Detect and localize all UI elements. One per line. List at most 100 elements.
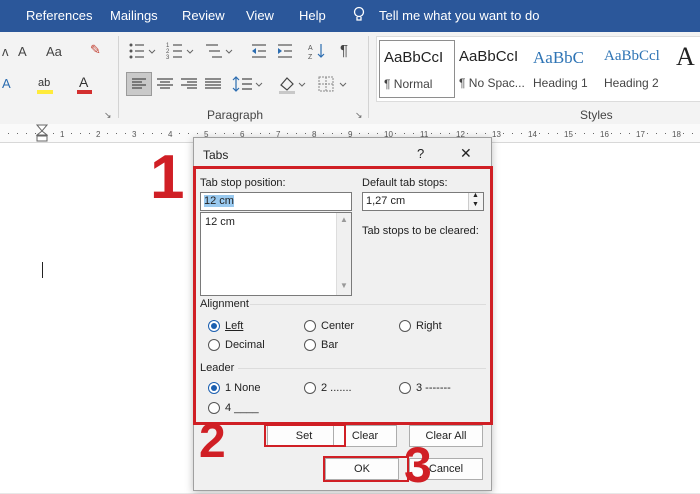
ruler-tick — [8, 133, 9, 134]
highlight-color-icon[interactable]: ab — [36, 74, 56, 99]
ruler-tick — [251, 133, 252, 134]
dialog-title: Tabs — [203, 148, 229, 162]
style-heading-1[interactable]: AaBbC Heading 1 — [529, 40, 603, 96]
shrink-font-icon[interactable]: A — [18, 44, 27, 59]
svg-text:A: A — [79, 74, 89, 90]
ruler-tick — [413, 133, 414, 134]
ruler-tick — [647, 133, 648, 134]
svg-text:A: A — [308, 45, 313, 52]
svg-text:3: 3 — [166, 55, 170, 60]
ruler-tick — [629, 133, 630, 134]
text-effects-icon[interactable]: A — [2, 76, 11, 91]
ruler-tick — [683, 133, 684, 134]
ruler-tick — [503, 133, 504, 134]
font-color-icon[interactable]: A — [76, 74, 94, 99]
decrease-indent-icon[interactable] — [250, 42, 268, 63]
ruler-number: 13 — [492, 130, 501, 139]
ruler-tick — [233, 133, 234, 134]
ruler-tick — [296, 133, 297, 134]
shading-icon[interactable] — [276, 73, 308, 98]
ruler-tick — [440, 133, 441, 134]
ruler-tick — [431, 133, 432, 134]
ruler-tick — [125, 133, 126, 134]
ruler-tick — [305, 133, 306, 134]
style-sample: AaBbC — [533, 48, 584, 67]
style-sample: AaBbCcI — [384, 49, 444, 66]
ruler-tick — [575, 133, 576, 134]
ruler-tick — [143, 133, 144, 134]
ruler-number: 18 — [672, 130, 681, 139]
close-button[interactable]: ✕ — [460, 145, 472, 162]
font-dialog-launcher-icon[interactable]: ↘ — [104, 110, 112, 121]
paragraph-group-label: Paragraph — [207, 108, 264, 122]
change-case-button[interactable]: Aa — [46, 44, 62, 59]
ruler-tick — [368, 133, 369, 134]
text-cursor — [42, 262, 43, 278]
multilevel-list-icon[interactable] — [204, 42, 234, 63]
ruler-tick — [152, 133, 153, 134]
ruler-number: 16 — [600, 130, 609, 139]
ruler-tick — [593, 133, 594, 134]
ribbon: ʌ A Aa ✎ A ab A 123 AZ ¶ Paragraph ↘ ↘ A… — [0, 32, 700, 125]
lightbulb-icon — [353, 6, 365, 27]
style-normal[interactable]: AaBbCcI ¶ Normal — [379, 40, 455, 98]
ruler-number: 1 — [60, 130, 65, 139]
bullets-icon[interactable] — [128, 42, 158, 63]
style-name: ¶ No Spac... — [459, 76, 525, 90]
ruler-tick — [260, 133, 261, 134]
ruler-tick — [377, 133, 378, 134]
ruler-tick — [395, 133, 396, 134]
ruler-tick — [404, 133, 405, 134]
ruler-tick — [71, 133, 72, 134]
ruler-tick — [53, 133, 54, 134]
grow-font-icon[interactable]: ʌ — [2, 44, 9, 59]
ruler-tick — [323, 133, 324, 134]
ruler-tick — [665, 133, 666, 134]
highlight-ok-box — [323, 456, 409, 482]
align-left-button[interactable] — [126, 72, 152, 96]
ruler-tick — [89, 133, 90, 134]
style-name: Heading 2 — [604, 76, 659, 90]
ruler-tick — [161, 133, 162, 134]
show-formatting-marks-icon[interactable]: ¶ — [340, 42, 348, 59]
ruler-tick — [116, 133, 117, 134]
tab-view[interactable]: View — [246, 8, 274, 23]
ruler-tick — [224, 133, 225, 134]
svg-text:ab: ab — [38, 77, 50, 89]
ruler-tick — [341, 133, 342, 134]
tell-me-search[interactable]: Tell me what you want to do — [379, 8, 539, 23]
tab-help[interactable]: Help — [299, 8, 326, 23]
svg-text:Z: Z — [308, 54, 313, 60]
ruler-tick — [467, 133, 468, 134]
clear-formatting-icon[interactable]: ✎ — [90, 42, 101, 58]
group-separator — [118, 36, 119, 118]
ruler-tick — [26, 133, 27, 134]
help-button[interactable]: ? — [417, 146, 424, 161]
ruler-tick — [539, 133, 540, 134]
align-center-icon[interactable] — [154, 73, 176, 98]
ruler-tick — [521, 133, 522, 134]
style-no-spacing[interactable]: AaBbCcI ¶ No Spac... — [455, 40, 529, 96]
tab-mailings[interactable]: Mailings — [110, 8, 158, 23]
tab-references[interactable]: References — [26, 8, 92, 23]
indent-marker-icon[interactable] — [35, 124, 49, 145]
ruler-tick — [485, 133, 486, 134]
sort-icon[interactable]: AZ — [308, 42, 326, 63]
style-name: Heading 1 — [533, 76, 588, 90]
line-spacing-icon[interactable] — [232, 73, 264, 98]
numbering-icon[interactable]: 123 — [166, 42, 196, 63]
ruler-tick — [188, 133, 189, 134]
ruler-number: 14 — [528, 130, 537, 139]
style-title[interactable]: A — [672, 40, 700, 96]
paragraph-dialog-launcher-icon[interactable]: ↘ — [355, 110, 363, 121]
style-heading-2[interactable]: AaBbCcl Heading 2 — [600, 40, 674, 96]
borders-icon[interactable] — [316, 73, 350, 98]
style-sample: A — [676, 42, 695, 71]
tab-review[interactable]: Review — [182, 8, 225, 23]
align-right-icon[interactable] — [178, 73, 200, 98]
justify-icon[interactable] — [202, 73, 224, 98]
increase-indent-icon[interactable] — [276, 42, 294, 63]
ruler-tick — [584, 133, 585, 134]
ruler-tick — [107, 133, 108, 134]
ruler-tick — [197, 133, 198, 134]
